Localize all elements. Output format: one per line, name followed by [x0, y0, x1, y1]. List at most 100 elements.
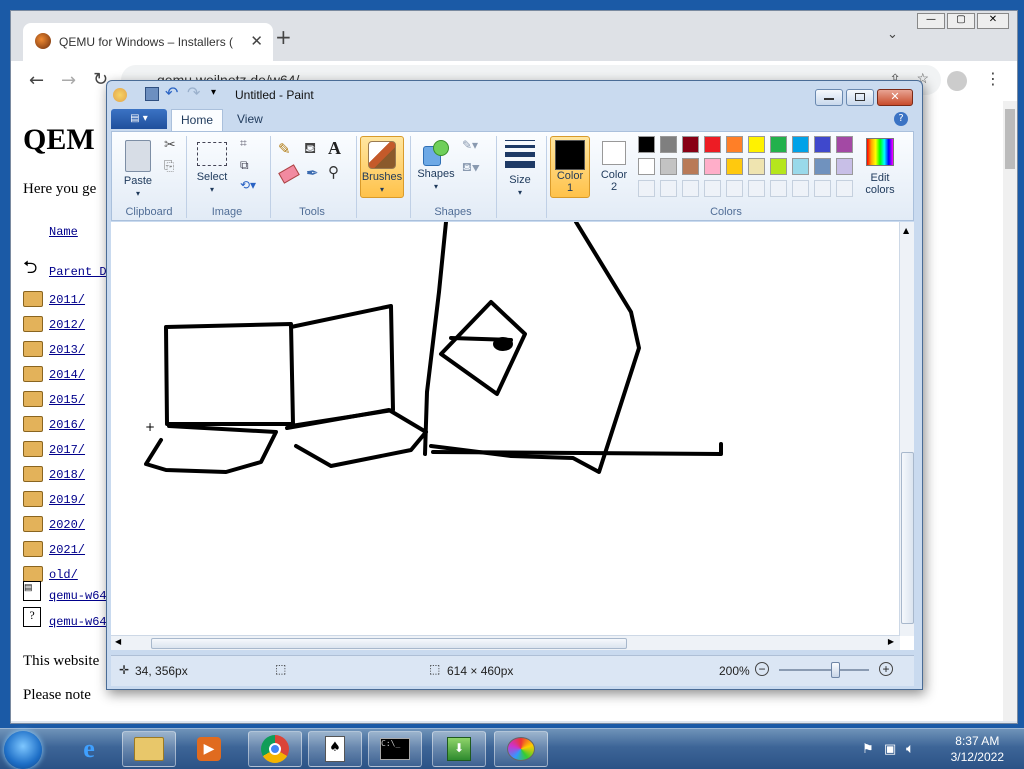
custom-color-slot[interactable] [704, 180, 721, 197]
crop-icon[interactable]: ⌗ [240, 136, 247, 151]
color-picker-icon[interactable]: ✒ [306, 164, 319, 182]
paint-menu-button[interactable]: ▤ ▾ [111, 109, 167, 129]
name-column-link[interactable]: Name [49, 225, 78, 239]
palette-color-swatch[interactable] [660, 136, 677, 153]
palette-color-swatch[interactable] [682, 136, 699, 153]
browser-tab[interactable]: QEMU for Windows – Installers ( ✕ [23, 23, 273, 61]
palette-color-swatch[interactable] [660, 158, 677, 175]
canvas-horizontal-scrollbar[interactable]: ◀ ▶ [111, 635, 900, 650]
shape-fill-icon[interactable]: ⛾▾ [462, 160, 480, 176]
tab-view[interactable]: View [237, 112, 263, 126]
taskbar-explorer[interactable] [122, 731, 176, 767]
palette-color-swatch[interactable] [814, 136, 831, 153]
text-icon[interactable]: A [328, 138, 341, 159]
zoom-slider-thumb[interactable] [830, 662, 840, 678]
back-icon[interactable]: ← [29, 70, 44, 91]
folder-link[interactable]: 2014/ [49, 368, 85, 382]
palette-color-swatch[interactable] [638, 158, 655, 175]
vertical-scroll-thumb[interactable] [901, 452, 914, 624]
close-tab-icon[interactable]: ✕ [250, 32, 263, 50]
taskbar-ie[interactable]: e [62, 731, 116, 767]
canvas-vertical-scrollbar[interactable]: ▲ [899, 222, 914, 636]
taskbar-chrome[interactable] [248, 731, 302, 767]
custom-color-slot[interactable] [660, 180, 677, 197]
palette-color-swatch[interactable] [836, 136, 853, 153]
copy-icon[interactable]: ⎘ [164, 158, 174, 174]
scrollbar-thumb[interactable] [1005, 109, 1015, 169]
network-icon[interactable]: ▣ [884, 741, 896, 757]
palette-color-swatch[interactable] [748, 136, 765, 153]
taskbar-solitaire[interactable]: ♠ [308, 731, 362, 767]
horizontal-scroll-thumb[interactable] [151, 638, 627, 649]
folder-link[interactable]: 2017/ [49, 443, 85, 457]
file-link[interactable]: qemu-w64 [49, 615, 107, 629]
menu-icon[interactable]: ⋮ [985, 69, 1001, 88]
save-icon[interactable] [145, 87, 159, 101]
zoom-out-button[interactable]: − [755, 662, 769, 676]
palette-color-swatch[interactable] [792, 136, 809, 153]
maximize-button[interactable] [846, 89, 874, 106]
folder-link[interactable]: 2019/ [49, 493, 85, 507]
palette-color-swatch[interactable] [726, 158, 743, 175]
quick-access-dropdown-icon[interactable]: ▾ [211, 87, 216, 98]
close-button[interactable]: ✕ [977, 13, 1009, 29]
custom-color-slot[interactable] [726, 180, 743, 197]
color2-button[interactable]: Color 2 [594, 136, 634, 198]
folder-link[interactable]: 2013/ [49, 343, 85, 357]
page-scrollbar[interactable] [1003, 101, 1017, 721]
palette-color-swatch[interactable] [682, 158, 699, 175]
palette-color-swatch[interactable] [836, 158, 853, 175]
forward-icon[interactable]: → [61, 70, 76, 91]
parent-directory-link[interactable]: Parent D [49, 265, 107, 279]
palette-color-swatch[interactable] [748, 158, 765, 175]
outline-icon[interactable]: ✎▾ [462, 138, 478, 152]
palette-color-swatch[interactable] [792, 158, 809, 175]
paint-title-bar[interactable]: ↶ ↷ ▾ Untitled - Paint ✕ [107, 81, 922, 109]
rotate-icon[interactable]: ⟲▾ [240, 178, 256, 192]
clock[interactable]: 8:37 AM 3/12/2022 [951, 733, 1004, 765]
folder-link[interactable]: 2018/ [49, 468, 85, 482]
select-button[interactable]: Select ▾ [192, 136, 232, 196]
file-link[interactable]: qemu-w64 [49, 589, 107, 603]
close-button[interactable]: ✕ [877, 89, 913, 106]
size-button[interactable]: Size ▾ [500, 136, 540, 198]
brushes-button[interactable]: Brushes ▾ [360, 136, 404, 198]
maximize-button[interactable]: ▢ [947, 13, 975, 29]
tab-search-icon[interactable]: ⌄ [887, 27, 898, 42]
color1-button[interactable]: Color 1 [550, 136, 590, 198]
cut-icon[interactable]: ✂ [164, 136, 176, 153]
palette-color-swatch[interactable] [814, 158, 831, 175]
custom-color-slot[interactable] [814, 180, 831, 197]
custom-color-slot[interactable] [682, 180, 699, 197]
folder-link[interactable]: 2016/ [49, 418, 85, 432]
palette-color-swatch[interactable] [770, 158, 787, 175]
custom-color-slot[interactable] [748, 180, 765, 197]
palette-color-swatch[interactable] [638, 136, 655, 153]
start-button[interactable] [4, 731, 42, 769]
folder-link[interactable]: 2020/ [49, 518, 85, 532]
minimize-button[interactable] [815, 89, 843, 106]
tab-home[interactable]: Home [171, 109, 223, 131]
folder-link[interactable]: 2012/ [49, 318, 85, 332]
folder-link[interactable]: 2015/ [49, 393, 85, 407]
pencil-icon[interactable]: ✎ [278, 140, 298, 160]
custom-color-slot[interactable] [836, 180, 853, 197]
magnifier-icon[interactable]: ⚲ [328, 163, 339, 181]
zoom-slider[interactable] [779, 662, 869, 678]
taskbar-paint[interactable] [494, 731, 548, 767]
palette-color-swatch[interactable] [726, 136, 743, 153]
taskbar-media-player[interactable]: ▶ [182, 731, 236, 767]
palette-color-swatch[interactable] [704, 136, 721, 153]
palette-color-swatch[interactable] [770, 136, 787, 153]
drawing-canvas[interactable]: + ▲ ◀ ▶ [111, 222, 914, 650]
profile-avatar[interactable] [947, 71, 967, 91]
folder-link[interactable]: 2021/ [49, 543, 85, 557]
custom-color-slot[interactable] [638, 180, 655, 197]
custom-color-slot[interactable] [792, 180, 809, 197]
zoom-in-button[interactable]: + [879, 662, 893, 676]
redo-icon[interactable]: ↷ [187, 83, 200, 103]
eraser-icon[interactable] [278, 164, 300, 184]
taskbar-installer[interactable]: ⬇ [432, 731, 486, 767]
edit-colors-button[interactable]: Edit colors [858, 136, 902, 198]
shapes-button[interactable]: Shapes ▾ [416, 136, 456, 198]
